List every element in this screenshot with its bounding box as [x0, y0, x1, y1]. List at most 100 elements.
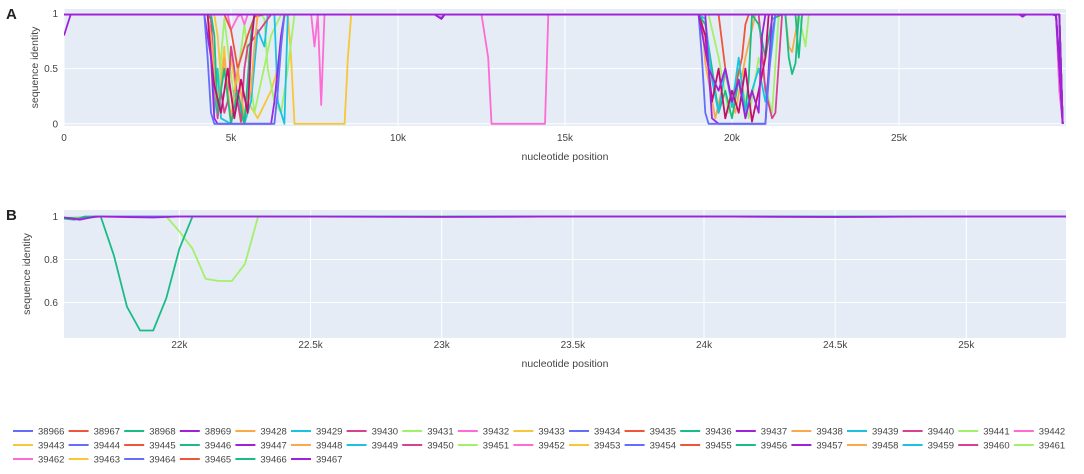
legend-item[interactable]: 39456 [735, 441, 787, 452]
x-tick-label: 10k [390, 133, 407, 144]
legend-label: 39450 [427, 441, 453, 452]
x-tick-label: 23.5k [561, 340, 586, 351]
legend-item[interactable]: 38968 [124, 427, 176, 438]
legend-item[interactable]: 39466 [235, 455, 287, 466]
figure: A B 0 5k 10k 15k 20k 25k 0 0.5 1 nucleotide posit… [6, 6, 1066, 466]
legend-item[interactable]: 39457 [791, 441, 843, 452]
legend-label: 39464 [149, 455, 175, 466]
legend-item[interactable]: 39442 [1013, 427, 1065, 438]
legend-item[interactable]: 39459 [902, 441, 954, 452]
legend-item[interactable]: 39441 [958, 427, 1010, 438]
legend-item[interactable]: 39465 [179, 455, 231, 466]
legend-label: 39438 [816, 427, 842, 438]
x-tick-label: 5k [226, 133, 238, 144]
y-tick-label: 0.8 [44, 255, 58, 266]
legend-item[interactable]: 39431 [402, 427, 454, 438]
x-tick-label: 15k [557, 133, 574, 144]
x-tick-label: 25k [958, 340, 975, 351]
legend-item[interactable]: 39460 [958, 441, 1010, 452]
legend-item[interactable]: 39432 [457, 427, 509, 438]
legend-item[interactable]: 39438 [791, 427, 843, 438]
legend-label: 39460 [983, 441, 1009, 452]
legend-label: 39433 [538, 427, 564, 438]
legend-item[interactable]: 39450 [402, 441, 454, 452]
legend-label: 39445 [149, 441, 175, 452]
x-axis-title: nucleotide position [522, 358, 609, 370]
legend-label: 39465 [205, 455, 231, 466]
legend[interactable]: 38966 38967 38968 38969 39428 39429 39430 39431… [13, 427, 1065, 466]
legend-label: 39453 [594, 441, 620, 452]
chart-panel-b: 22k 22.5k 23k 23.5k 24k 24.5k 25k 0.6 0.8 1 nucleo… [21, 210, 1066, 370]
legend-item[interactable]: 39443 [13, 441, 64, 452]
legend-item[interactable]: 39467 [291, 455, 342, 466]
legend-label: 39447 [260, 441, 286, 452]
x-tick-label: 23k [434, 340, 451, 351]
y-tick-label: 0 [52, 119, 58, 130]
legend-item[interactable]: 39429 [291, 427, 342, 438]
legend-item[interactable]: 39430 [346, 427, 398, 438]
legend-item[interactable]: 39452 [513, 441, 565, 452]
x-tick-label: 20k [724, 133, 741, 144]
legend-label: 39463 [94, 455, 120, 466]
x-tick-label: 0 [61, 133, 67, 144]
legend-label: 39459 [928, 441, 954, 452]
legend-item[interactable]: 39433 [513, 427, 565, 438]
legend-label: 39432 [483, 427, 509, 438]
legend-item[interactable]: 39451 [457, 441, 509, 452]
legend-item[interactable]: 39461 [1013, 441, 1065, 452]
legend-item[interactable]: 39454 [624, 441, 676, 452]
legend-label: 39449 [372, 441, 398, 452]
panel-b-letter: B [6, 207, 17, 224]
x-tick-label: 24k [696, 340, 713, 351]
legend-item[interactable]: 39449 [346, 441, 398, 452]
x-axis-title: nucleotide position [522, 151, 609, 163]
legend-item[interactable]: 39439 [847, 427, 898, 438]
legend-item[interactable]: 39440 [902, 427, 954, 438]
legend-item[interactable]: 39453 [569, 441, 620, 452]
legend-label: 39462 [38, 455, 64, 466]
legend-item[interactable]: 39446 [179, 441, 231, 452]
legend-label: 39456 [761, 441, 787, 452]
legend-item[interactable]: 39448 [291, 441, 342, 452]
legend-label: 39435 [650, 427, 676, 438]
legend-item[interactable]: 39444 [68, 441, 120, 452]
x-tick-label: 24.5k [823, 340, 848, 351]
legend-item[interactable]: 39436 [680, 427, 732, 438]
legend-label: 39437 [761, 427, 787, 438]
legend-item[interactable]: 39458 [847, 441, 898, 452]
legend-item[interactable]: 38966 [13, 427, 64, 438]
legend-label: 39442 [1039, 427, 1065, 438]
legend-label: 39466 [260, 455, 286, 466]
legend-label: 39434 [594, 427, 620, 438]
legend-item[interactable]: 39428 [235, 427, 287, 438]
legend-label: 39428 [260, 427, 286, 438]
legend-item[interactable]: 38969 [179, 427, 231, 438]
legend-label: 39461 [1039, 441, 1065, 452]
legend-label: 38966 [38, 427, 64, 438]
legend-label: 39455 [705, 441, 731, 452]
legend-label: 39454 [650, 441, 676, 452]
legend-item[interactable]: 39462 [13, 455, 64, 466]
x-tick-label: 22.5k [298, 340, 323, 351]
y-axis-title: sequence identity [29, 26, 41, 108]
legend-item[interactable]: 38967 [68, 427, 120, 438]
chart-panel-a: 0 5k 10k 15k 20k 25k 0 0.5 1 nucleotide position s… [29, 9, 1066, 163]
legend-item[interactable]: 39463 [68, 455, 120, 466]
legend-item[interactable]: 39445 [124, 441, 176, 452]
legend-item[interactable]: 39464 [124, 455, 176, 466]
legend-label: 39451 [483, 441, 509, 452]
legend-item[interactable]: 39435 [624, 427, 676, 438]
legend-label: 39441 [983, 427, 1009, 438]
legend-label: 39439 [872, 427, 898, 438]
legend-label: 39436 [705, 427, 731, 438]
legend-label: 39431 [427, 427, 453, 438]
y-axis-title: sequence identity [21, 232, 33, 314]
y-tick-label: 0.6 [44, 298, 58, 309]
legend-item[interactable]: 39434 [569, 427, 620, 438]
legend-label: 39452 [538, 441, 564, 452]
legend-item[interactable]: 39437 [735, 427, 787, 438]
legend-item[interactable]: 39447 [235, 441, 287, 452]
legend-label: 39430 [372, 427, 398, 438]
legend-item[interactable]: 39455 [680, 441, 732, 452]
legend-label: 38967 [94, 427, 120, 438]
